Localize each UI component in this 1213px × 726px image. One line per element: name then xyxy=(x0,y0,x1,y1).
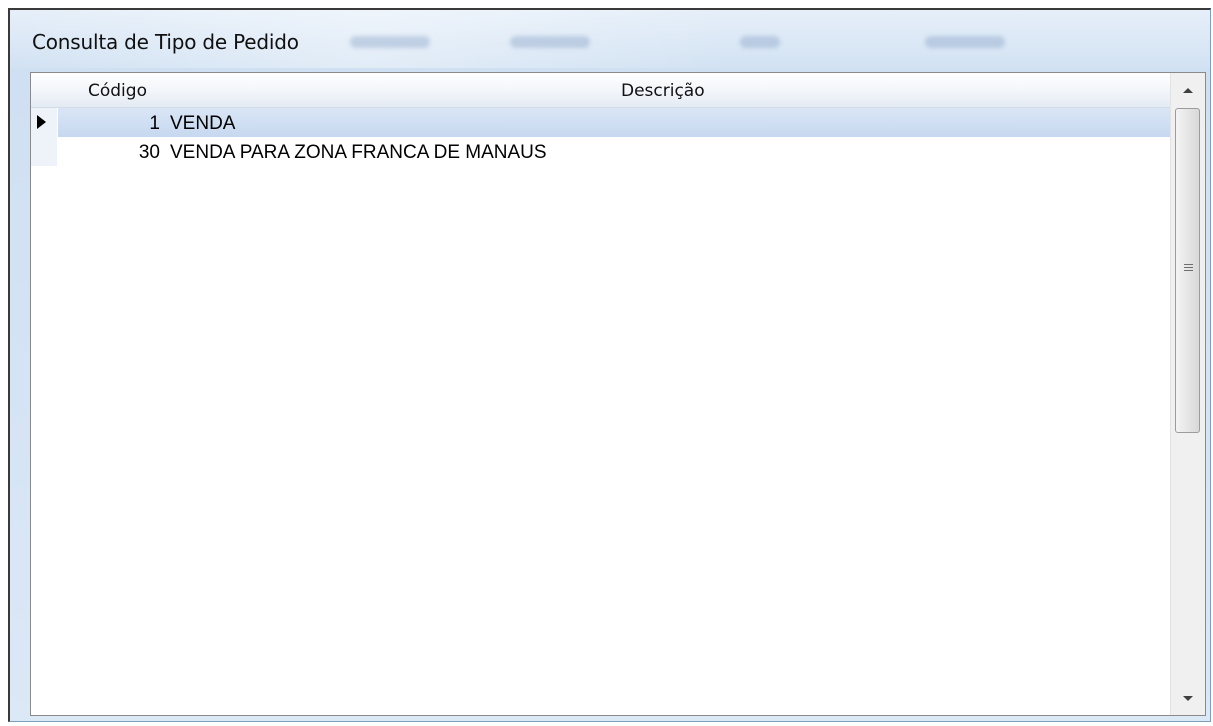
row-cells[interactable]: 1 VENDA xyxy=(58,108,1172,137)
grip-lines-icon xyxy=(1184,264,1193,273)
triangle-up-icon xyxy=(1183,87,1193,93)
window-title: Consulta de Tipo de Pedido xyxy=(32,30,299,54)
row-indicator[interactable] xyxy=(31,137,57,166)
cell-codigo[interactable]: 30 xyxy=(58,142,160,164)
scroll-up-button[interactable] xyxy=(1171,73,1205,107)
cell-descricao[interactable]: VENDA xyxy=(170,113,235,135)
blurred-background-element xyxy=(350,36,430,48)
scrollbar-thumb[interactable] xyxy=(1175,108,1200,433)
column-header-codigo[interactable]: Código xyxy=(88,81,147,101)
blurred-background-element xyxy=(925,36,1005,48)
title-bar[interactable]: Consulta de Tipo de Pedido xyxy=(10,10,1210,68)
current-row-arrow-icon xyxy=(37,115,46,129)
row-indicator[interactable] xyxy=(31,108,57,137)
grid-header: Código Descrição xyxy=(31,73,1172,108)
row-cells[interactable]: 30 VENDA PARA ZONA FRANCA DE MANAUS xyxy=(58,137,1172,166)
blurred-background-element xyxy=(740,36,780,48)
table-row[interactable]: 1 VENDA xyxy=(31,108,1172,137)
scroll-down-button[interactable] xyxy=(1171,681,1205,715)
dialog-window: Consulta de Tipo de Pedido Código Descri… xyxy=(8,8,1211,722)
table-row[interactable]: 30 VENDA PARA ZONA FRANCA DE MANAUS xyxy=(31,137,1172,166)
data-grid[interactable]: Código Descrição 1 VENDA 30 VENDA PARA Z… xyxy=(30,72,1206,716)
blurred-background-element xyxy=(510,36,590,48)
cell-descricao[interactable]: VENDA PARA ZONA FRANCA DE MANAUS xyxy=(170,142,547,164)
cell-codigo[interactable]: 1 xyxy=(58,113,160,135)
column-header-descricao[interactable]: Descrição xyxy=(621,81,705,101)
triangle-down-icon xyxy=(1183,695,1193,701)
vertical-scrollbar[interactable] xyxy=(1170,73,1205,715)
